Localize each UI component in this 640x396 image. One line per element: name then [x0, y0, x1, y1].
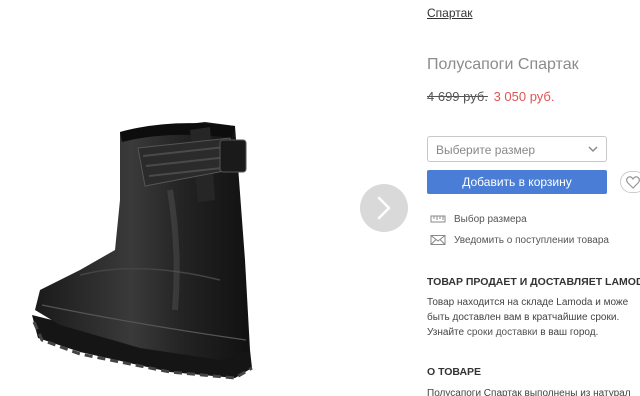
- envelope-icon: [430, 235, 446, 245]
- about-text: Полусапоги Спартак выполнены из натурал: [427, 388, 631, 396]
- seller-info: Товар находится на складе Lamoda и може …: [427, 295, 628, 340]
- product-image[interactable]: [20, 110, 290, 380]
- add-to-cart-button[interactable]: Добавить в корзину: [427, 170, 607, 194]
- notify-link[interactable]: Уведомить о поступлении товара: [430, 234, 609, 246]
- brand-link[interactable]: Спартак: [427, 6, 473, 20]
- about-heading: О ТОВАРЕ: [427, 366, 482, 378]
- sale-price: 3 050 руб.: [493, 89, 555, 104]
- product-gallery: [0, 0, 420, 396]
- seller-heading: ТОВАР ПРОДАЕТ И ДОСТАВЛЯЕТ LAMODA: [427, 276, 640, 288]
- seller-line-2: быть доставлен вам в кратчайшие сроки.: [427, 312, 620, 323]
- notify-label: Уведомить о поступлении товара: [454, 234, 609, 246]
- delivery-terms-link[interactable]: сроки доставки: [467, 327, 538, 338]
- size-select[interactable]: Выберите размер: [427, 136, 607, 162]
- old-price: 4 699 руб.: [427, 89, 488, 104]
- size-select-placeholder: Выберите размер: [436, 143, 536, 157]
- size-guide-link[interactable]: Выбор размера: [430, 213, 527, 225]
- chevron-right-icon: [377, 196, 391, 220]
- ruler-icon: [430, 215, 446, 223]
- product-details: Спартак Полусапоги Спартак 4 699 руб. 3 …: [427, 0, 640, 396]
- size-guide-label: Выбор размера: [454, 213, 527, 225]
- price-row: 4 699 руб. 3 050 руб.: [427, 89, 555, 104]
- seller-line-1: Товар находится на складе Lamoda и може: [427, 297, 629, 308]
- chevron-down-icon: [588, 146, 598, 152]
- seller-line-3-suffix: в ваш город.: [537, 327, 599, 338]
- product-title: Полусапоги Спартак: [427, 56, 579, 73]
- heart-icon: [626, 175, 640, 189]
- next-image-button[interactable]: [360, 184, 408, 232]
- seller-line-3: Узнайте сроки доставки в ваш город.: [427, 325, 628, 340]
- seller-line-3-prefix: Узнайте: [427, 327, 467, 338]
- wishlist-button[interactable]: [620, 171, 640, 193]
